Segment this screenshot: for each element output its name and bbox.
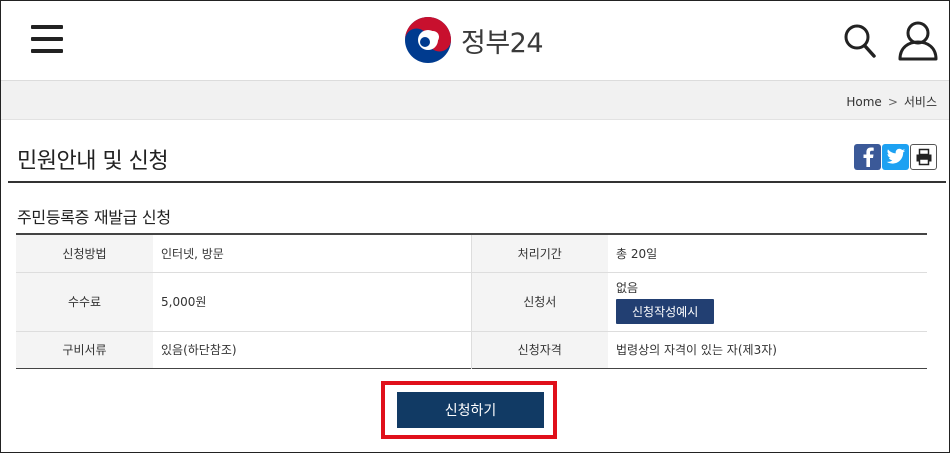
facebook-icon[interactable]: [854, 144, 881, 170]
eligibility-label: 신청자격: [471, 331, 608, 368]
application-form-cell: 없음 신청작성예시: [608, 272, 927, 332]
fee-value: 5,000원: [153, 272, 472, 332]
service-info-table: 신청방법 인터넷, 방문 처리기간 총 20일 수수료 5,000원 신청서 없…: [16, 233, 927, 369]
share-buttons: [854, 144, 937, 170]
page-title: 민원안내 및 신청: [17, 149, 169, 174]
required-docs-value: 있음(하단참조): [153, 331, 472, 368]
form-example-button[interactable]: 신청작성예시: [616, 299, 715, 324]
method-label: 신청방법: [16, 234, 153, 273]
title-divider: [8, 181, 946, 183]
table-row: 구비서류 있음(하단참조) 신청자격 법령상의 자격이 있는 자(제3자): [16, 331, 927, 368]
table-row: 신청방법 인터넷, 방문 처리기간 총 20일: [16, 234, 927, 273]
breadcrumb-home-link[interactable]: Home: [846, 95, 881, 109]
taegeuk-logo-icon: [405, 17, 451, 63]
logo-text: 정부24: [461, 27, 544, 59]
site-header: 정부24: [1, 1, 949, 79]
print-icon[interactable]: [910, 144, 937, 170]
site-logo[interactable]: 정부24: [403, 15, 544, 65]
method-value: 인터넷, 방문: [153, 234, 472, 273]
table-row: 수수료 5,000원 신청서 없음 신청작성예시: [16, 272, 927, 332]
eligibility-value: 법령상의 자격이 있는 자(제3자): [616, 343, 777, 357]
processing-period-label: 처리기간: [471, 234, 608, 273]
user-icon[interactable]: [897, 19, 939, 61]
breadcrumb: Home > 서비스: [846, 93, 937, 110]
application-form-label: 신청서: [471, 272, 608, 332]
breadcrumb-bar: Home > 서비스: [1, 80, 949, 120]
search-icon[interactable]: [843, 23, 877, 59]
twitter-icon[interactable]: [882, 144, 909, 170]
application-form-value: 없음: [616, 281, 639, 295]
required-docs-label: 구비서류: [16, 331, 153, 368]
apply-button[interactable]: 신청하기: [397, 392, 544, 428]
fee-label: 수수료: [16, 272, 153, 332]
breadcrumb-current-link[interactable]: 서비스: [904, 93, 937, 110]
breadcrumb-separator: >: [887, 94, 898, 109]
processing-period-value: 총 20일: [608, 234, 927, 273]
hamburger-menu-icon[interactable]: [31, 25, 63, 53]
service-title: 주민등록증 재발급 신청: [17, 208, 171, 227]
